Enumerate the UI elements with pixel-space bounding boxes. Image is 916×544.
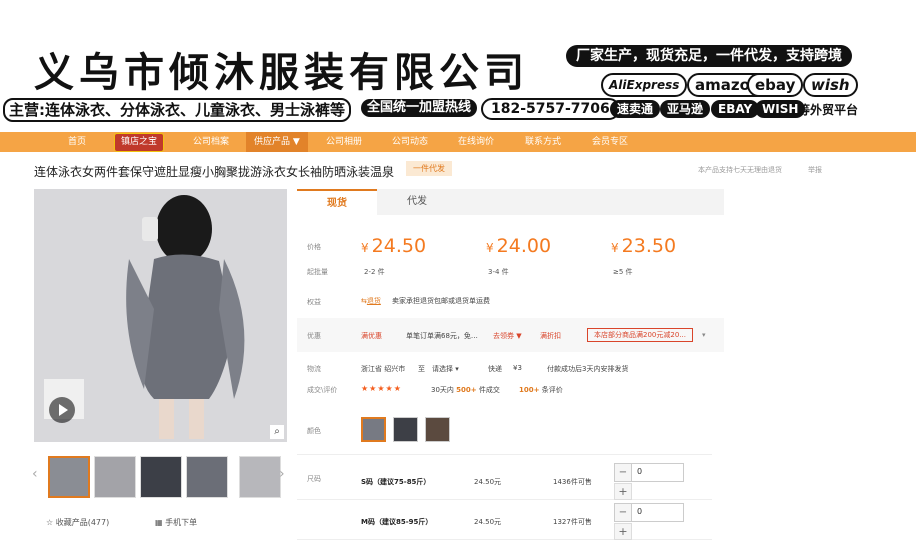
size-price: 24.50元	[474, 478, 502, 486]
rights-tag: ⇆退货	[361, 297, 381, 305]
nav-treasure[interactable]: 镇店之宝	[114, 133, 165, 152]
purchase-tabs: 现货 代发	[297, 189, 724, 215]
platform-aliexpress: 速卖通	[610, 100, 661, 118]
brand-ebay: ebay	[747, 73, 804, 97]
rights-label: 权益	[307, 298, 321, 306]
tab-in-stock[interactable]: 现货	[297, 189, 377, 215]
platform-amazon: 亚马逊	[660, 100, 711, 118]
product-title: 连体泳衣女两件套保守遮肚显瘦小胸聚拢游泳衣女长袖防晒泳装温泉	[34, 165, 395, 179]
rating-stars-icon: ★★★★★	[361, 384, 402, 393]
price-label: 价格	[307, 243, 321, 251]
discount-banner[interactable]: 本店部分商品满200元减20...	[587, 328, 693, 342]
dropship-badge: 一件代发	[406, 161, 452, 176]
tab-dropship[interactable]: 代发	[377, 189, 457, 215]
thumbnail[interactable]	[48, 456, 90, 498]
hotline-phone: 182-5757-7706	[481, 98, 620, 120]
express-fee: ¥3	[513, 364, 522, 372]
minus-button[interactable]: −	[615, 504, 632, 521]
express-label: 快递	[488, 365, 502, 373]
size-row: S码（建议75-85斤） 24.50元 1436件可售 − 0 +	[297, 461, 712, 500]
brand-aliexpress: AliExpress	[601, 73, 688, 97]
size-stock: 1436件可售	[553, 478, 592, 486]
favorite-link[interactable]: ☆ 收藏产品(477)	[46, 517, 109, 528]
reviews-label: 成交\评价	[307, 386, 338, 394]
thumb-prev-icon[interactable]: ‹	[32, 466, 38, 482]
coupon-label: 满优惠	[361, 332, 382, 340]
review-count[interactable]: 100+ 条评价	[519, 385, 563, 395]
company-name: 义乌市倾沐服装有限公司	[34, 50, 529, 96]
discount-label: 满折扣	[540, 332, 561, 340]
size-stock: 1327件可售	[553, 518, 592, 526]
size-divider	[297, 454, 712, 455]
mobile-order-link[interactable]: ▦ 手机下单	[155, 517, 197, 528]
ship-promise: 付款成功后3天内安排发货	[547, 365, 629, 373]
thumbnail[interactable]	[239, 456, 281, 498]
size-name: S码（建议75-85斤）	[361, 478, 431, 486]
qrcode-icon: ▦	[155, 518, 163, 527]
zoom-icon[interactable]: ⌕	[270, 425, 284, 439]
qty-tier-2: 3-4 件	[488, 268, 509, 276]
quantity-value[interactable]: 0	[637, 467, 642, 476]
nav-products[interactable]: 供应产品 ▼	[246, 132, 308, 152]
rights-text: 卖家承担退货包邮或退货单运费	[392, 297, 490, 305]
platforms-suffix: 等外贸平台	[798, 103, 859, 117]
store-nav: 首页 镇店之宝 公司档案 供应产品 ▼ 公司相册 公司动态 在线询价 联系方式 …	[0, 132, 916, 152]
star-icon: ☆	[46, 518, 54, 527]
nav-contact[interactable]: 联系方式	[525, 132, 561, 152]
thumbnail[interactable]	[94, 456, 136, 498]
platform-ebay: EBAY	[711, 100, 760, 118]
thumb-next-icon[interactable]: ›	[279, 466, 285, 482]
hotline-label: 全国统一加盟热线	[361, 99, 478, 117]
plus-button[interactable]: +	[614, 523, 632, 540]
slogan: 厂家生产，现货充足，一件代发，支持跨境	[566, 45, 852, 67]
promo-expand-icon[interactable]: ▾	[702, 331, 706, 339]
qty-tier-1: 2-2 件	[364, 268, 385, 276]
size-row: M码（建议85-95斤） 24.50元 1327件可售 − 0 +	[297, 501, 712, 540]
price-tier-2: ¥24.00	[486, 235, 552, 257]
quantity-stepper[interactable]: − 0	[614, 463, 684, 482]
nav-album[interactable]: 公司相册	[326, 132, 362, 152]
ship-from: 浙江省 绍兴市	[361, 365, 406, 373]
quantity-stepper[interactable]: − 0	[614, 503, 684, 522]
nav-news[interactable]: 公司动态	[392, 132, 428, 152]
product-main-image[interactable]: ⌕	[34, 189, 287, 442]
report-link[interactable]: 举报	[808, 165, 822, 175]
mobile-order-label: 手机下单	[165, 518, 198, 527]
color-swatch[interactable]	[361, 417, 386, 442]
video-play-icon[interactable]	[49, 397, 75, 423]
chevron-down-icon: ▾	[455, 365, 459, 373]
size-price: 24.50元	[474, 518, 502, 526]
nav-home[interactable]: 首页	[68, 132, 86, 152]
promo-label: 优惠	[307, 332, 321, 340]
brand-wish: wish	[803, 73, 858, 97]
shipping-label: 物流	[307, 365, 321, 373]
sold-count: 30天内 500+ 件成交	[431, 386, 500, 394]
ship-to-label: 至	[418, 365, 425, 373]
favorite-label: 收藏产品(477)	[55, 518, 110, 527]
color-label: 颜色	[307, 427, 321, 435]
main-business: 主营:连体泳衣、分体泳衣、儿童泳衣、男士泳裤等	[3, 98, 352, 122]
nav-members[interactable]: 会员专区	[592, 132, 628, 152]
size-name: M码（建议85-95斤）	[361, 518, 433, 526]
thumbnail[interactable]	[140, 456, 182, 498]
color-swatch[interactable]	[393, 417, 418, 442]
return-note: 本产品支持七天无理由退货	[698, 166, 782, 174]
get-coupon-link[interactable]: 去领券 ▼	[493, 331, 522, 341]
minus-button[interactable]: −	[615, 464, 632, 481]
coupon-desc: 单笔订单满68元，免…	[406, 332, 478, 340]
color-swatch[interactable]	[425, 417, 450, 442]
price-tier-1: ¥24.50	[361, 235, 427, 257]
quantity-value[interactable]: 0	[637, 507, 642, 516]
plus-button[interactable]: +	[614, 483, 632, 500]
nav-company-profile[interactable]: 公司档案	[193, 132, 229, 152]
qty-tier-3: ≥5 件	[613, 268, 633, 276]
nav-inquiry[interactable]: 在线询价	[458, 132, 494, 152]
thumbnail[interactable]	[186, 456, 228, 498]
price-tier-3: ¥23.50	[611, 235, 677, 257]
qty-label: 起批量	[307, 268, 328, 276]
ship-to-select[interactable]: 请选择 ▾	[432, 364, 459, 374]
